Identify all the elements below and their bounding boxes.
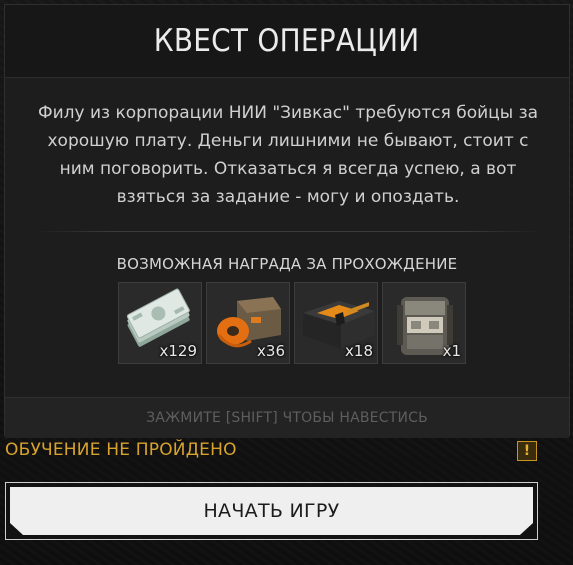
reward-item-tape[interactable]: x36 <box>206 282 290 364</box>
dialog-title: КВЕСТ ОПЕРАЦИИ <box>154 23 420 59</box>
quest-description: Филу из корпорации НИИ "Зивкас" требуютс… <box>37 103 539 207</box>
reward-heading: ВОЗМОЖНАЯ НАГРАДА ЗА ПРОХОЖДЕНИЕ <box>116 255 458 273</box>
hint-text: ЗАЖМИТЕ [SHIFT] ЧТОБЫ НАВЕСТИСЬ <box>146 410 428 426</box>
reward-list: x129 x36 x18 x1 <box>118 282 466 364</box>
dialog-header: КВЕСТ ОПЕРАЦИИ <box>5 5 569 78</box>
start-game-button[interactable]: НАЧАТЬ ИГРУ <box>5 482 538 540</box>
warning-icon[interactable]: ! <box>517 441 537 461</box>
reward-count: x129 <box>159 342 197 360</box>
reward-item-money[interactable]: x129 <box>118 282 202 364</box>
quest-dialog: КВЕСТ ОПЕРАЦИИ Филу из корпорации НИИ "З… <box>4 4 570 438</box>
start-game-button-face[interactable]: НАЧАТЬ ИГРУ <box>10 487 533 535</box>
start-game-button-label: НАЧАТЬ ИГРУ <box>203 500 340 522</box>
divider <box>35 231 541 232</box>
reward-count: x36 <box>257 342 285 360</box>
reward-count: x18 <box>345 342 373 360</box>
reward-item-ammo-box[interactable]: x18 <box>294 282 378 364</box>
training-status: ОБУЧЕНИЕ НЕ ПРОЙДЕНО <box>5 440 237 460</box>
hint-bar: ЗАЖМИТЕ [SHIFT] ЧТОБЫ НАВЕСТИСЬ <box>5 397 569 438</box>
reward-item-armor[interactable]: x1 <box>382 282 466 364</box>
reward-count: x1 <box>442 342 461 360</box>
